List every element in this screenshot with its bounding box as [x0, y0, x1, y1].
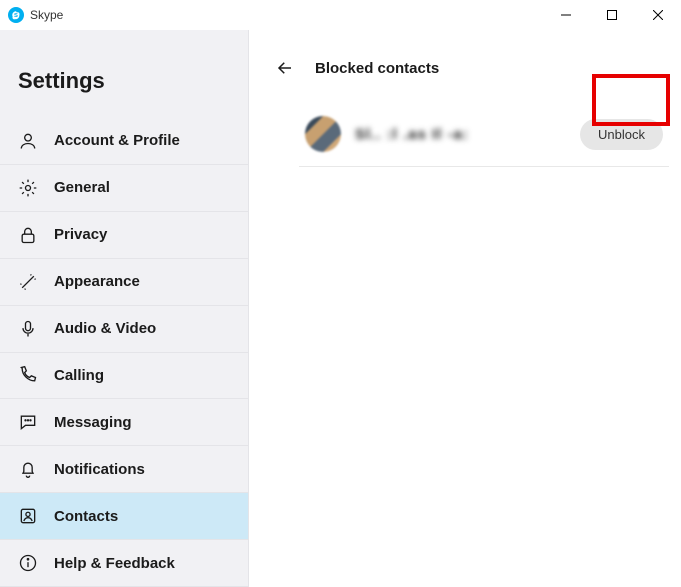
settings-sidebar: Settings Account & Profile General Priva…: [0, 30, 249, 587]
sidebar-item-label: General: [54, 179, 110, 196]
skype-logo-icon: S: [8, 7, 24, 23]
sidebar-item-account-profile[interactable]: Account & Profile: [0, 118, 248, 165]
close-button[interactable]: [635, 0, 681, 30]
bell-icon: [18, 459, 38, 479]
sidebar-item-label: Audio & Video: [54, 320, 156, 337]
minimize-button[interactable]: [543, 0, 589, 30]
sidebar-item-label: Help & Feedback: [54, 555, 175, 572]
sidebar-item-general[interactable]: General: [0, 165, 248, 212]
main-header: Blocked contacts: [261, 48, 669, 96]
page-title: Blocked contacts: [315, 60, 439, 77]
svg-text:S: S: [14, 13, 18, 19]
chat-icon: [18, 412, 38, 432]
lock-icon: [18, 225, 38, 245]
sidebar-item-label: Notifications: [54, 461, 145, 478]
sidebar-item-label: Appearance: [54, 273, 140, 290]
wand-icon: [18, 272, 38, 292]
contacts-icon: [18, 506, 38, 526]
person-icon: [18, 131, 38, 151]
unblock-button[interactable]: Unblock: [580, 119, 663, 150]
sidebar-item-label: Messaging: [54, 414, 132, 431]
sidebar-item-help-feedback[interactable]: Help & Feedback: [0, 540, 248, 587]
sidebar-item-label: Contacts: [54, 508, 118, 525]
titlebar: S Skype: [0, 0, 681, 30]
window-controls: [543, 0, 681, 30]
info-icon: [18, 553, 38, 573]
app-title: Skype: [30, 8, 63, 22]
main-panel: Blocked contacts Sl.. :l .as Il -a: Unbl…: [249, 30, 681, 587]
sidebar-title: Settings: [0, 30, 248, 118]
gear-icon: [18, 178, 38, 198]
sidebar-item-contacts[interactable]: Contacts: [0, 493, 248, 540]
blocked-contact-row: Sl.. :l .as Il -a: Unblock: [299, 106, 669, 167]
sidebar-item-messaging[interactable]: Messaging: [0, 399, 248, 446]
sidebar-item-appearance[interactable]: Appearance: [0, 259, 248, 306]
avatar: [305, 116, 341, 152]
phone-icon: [18, 365, 38, 385]
back-button[interactable]: [267, 50, 303, 86]
microphone-icon: [18, 319, 38, 339]
sidebar-item-label: Privacy: [54, 226, 107, 243]
sidebar-item-audio-video[interactable]: Audio & Video: [0, 306, 248, 353]
sidebar-item-label: Calling: [54, 367, 104, 384]
sidebar-item-calling[interactable]: Calling: [0, 353, 248, 400]
sidebar-item-notifications[interactable]: Notifications: [0, 446, 248, 493]
contact-name: Sl.. :l .as Il -a:: [355, 126, 469, 143]
maximize-button[interactable]: [589, 0, 635, 30]
sidebar-item-privacy[interactable]: Privacy: [0, 212, 248, 259]
sidebar-item-label: Account & Profile: [54, 132, 180, 149]
